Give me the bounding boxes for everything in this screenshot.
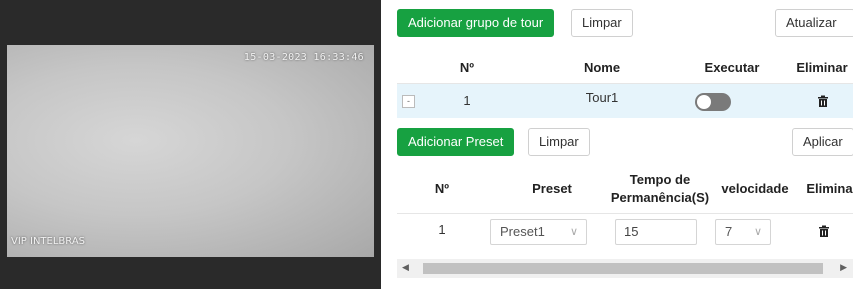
execute-toggle[interactable] xyxy=(695,93,731,111)
scroll-left-icon[interactable]: ◀ xyxy=(402,262,409,273)
apply-button[interactable]: Aplicar xyxy=(792,128,853,156)
video-frame: 15-03-2023 16:33:46 VIP INTELBRAS xyxy=(7,45,374,257)
col-preset: Preset xyxy=(532,181,572,196)
col-number: Nº xyxy=(459,60,475,75)
preset-select[interactable]: Preset1 ∨ xyxy=(490,219,587,245)
preset-table-header: Nº Preset Tempo de Permanência(S) veloci… xyxy=(397,170,853,210)
trash-icon[interactable] xyxy=(818,225,830,237)
collapse-toggle[interactable]: - xyxy=(402,95,415,108)
clear-tour-button[interactable]: Limpar xyxy=(571,9,633,37)
dwell-time-input[interactable]: 15 xyxy=(615,219,697,245)
scrollbar-thumb[interactable] xyxy=(423,263,823,274)
tour-table-header: Nº Nome Executar Eliminar xyxy=(397,60,853,78)
preset-select-value: Preset1 xyxy=(500,224,545,239)
horizontal-scrollbar[interactable]: ◀ ▶ xyxy=(397,259,853,278)
col-execute: Executar xyxy=(704,60,760,75)
tour-row[interactable]: - 1 Tour1 xyxy=(397,84,853,118)
preset-number: 1 xyxy=(438,222,446,237)
tour-name: Tour1 xyxy=(585,90,619,105)
camera-label: VIP INTELBRAS xyxy=(11,236,86,247)
chevron-down-icon: ∨ xyxy=(753,226,762,238)
refresh-button[interactable]: Atualizar xyxy=(775,9,853,37)
add-tour-group-button[interactable]: Adicionar grupo de tour xyxy=(397,9,555,37)
speed-select-value: 7 xyxy=(725,224,733,239)
col-number: Nº xyxy=(434,181,450,196)
clear-preset-button[interactable]: Limpar xyxy=(528,128,590,156)
tour-panel: Adicionar grupo de tour Limpar Atualizar… xyxy=(381,0,853,289)
add-preset-button[interactable]: Adicionar Preset xyxy=(397,128,515,156)
col-speed: velocidade xyxy=(721,181,789,196)
video-preview: 15-03-2023 16:33:46 VIP INTELBRAS xyxy=(0,0,381,289)
tour-number: 1 xyxy=(463,93,471,108)
col-delete: Eliminar xyxy=(806,181,853,196)
col-name: Nome xyxy=(583,60,621,75)
trash-icon[interactable] xyxy=(817,95,829,107)
col-dwell-line2: Permanência(S) xyxy=(610,190,710,205)
video-timestamp: 15-03-2023 16:33:46 xyxy=(243,52,364,63)
speed-select[interactable]: 7 ∨ xyxy=(715,219,771,245)
scroll-right-icon[interactable]: ▶ xyxy=(840,262,847,273)
col-dwell-line1: Tempo de xyxy=(629,172,691,187)
chevron-down-icon: ∨ xyxy=(569,226,578,238)
col-delete: Eliminar xyxy=(796,60,848,75)
preset-row: 1 Preset1 ∨ 15 7 ∨ xyxy=(397,214,853,248)
